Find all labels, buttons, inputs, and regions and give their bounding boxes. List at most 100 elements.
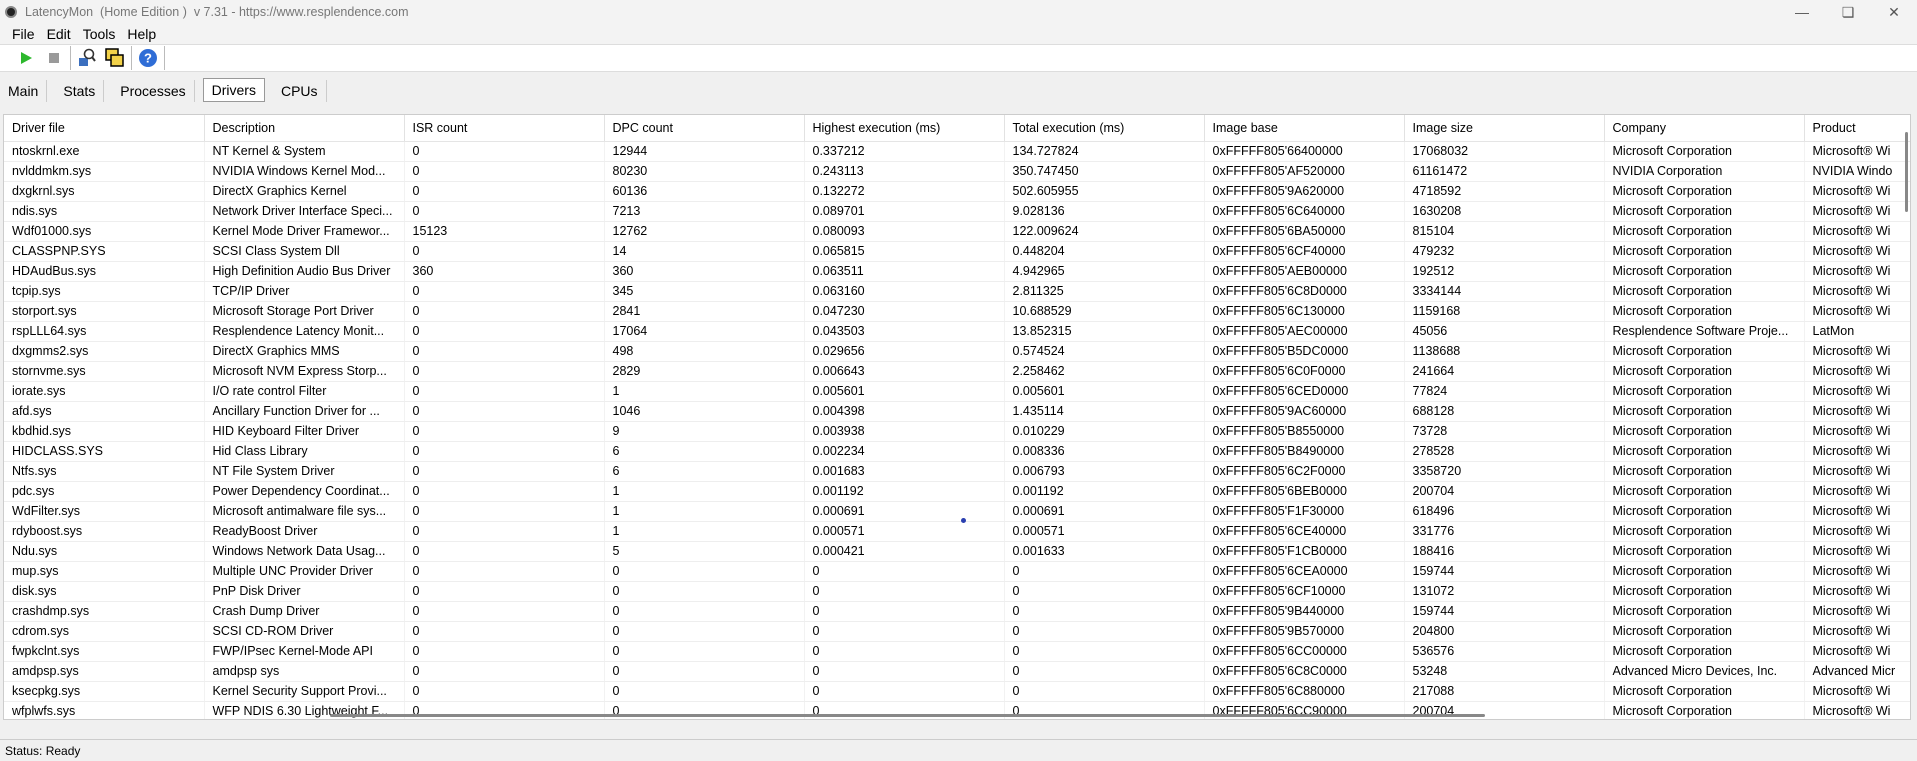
table-cell: 0.337212 bbox=[804, 141, 1005, 162]
column-header[interactable]: Driver file bbox=[4, 115, 205, 142]
vertical-scrollbar[interactable] bbox=[1905, 132, 1908, 212]
table-cell: 17064 bbox=[604, 321, 805, 342]
table-row[interactable]: wfplwfs.sys WFP NDIS 6.30 Lightweight F..… bbox=[4, 701, 1910, 719]
stop-icon[interactable] bbox=[40, 45, 68, 71]
table-row[interactable]: Ndu.sys Windows Network Data Usag... 0 5 0.0… bbox=[4, 541, 1910, 562]
minimize-button[interactable]: — bbox=[1779, 0, 1825, 24]
window-icon[interactable] bbox=[101, 45, 129, 71]
table-cell: Microsoft® Wi bbox=[1804, 241, 1910, 262]
menu-help[interactable]: Help bbox=[121, 26, 162, 42]
column-header[interactable]: Image size bbox=[1404, 115, 1605, 142]
play-icon[interactable] bbox=[12, 45, 40, 71]
table-row[interactable]: ndis.sys Network Driver Interface Speci..… bbox=[4, 201, 1910, 222]
table-cell: 122.009624 bbox=[1004, 221, 1205, 242]
table-row[interactable]: storport.sys Microsoft Storage Port Drive… bbox=[4, 301, 1910, 322]
table-row[interactable]: ksecpkg.sys Kernel Security Support Provi… bbox=[4, 681, 1910, 702]
column-header[interactable]: Company bbox=[1604, 115, 1805, 142]
table-cell: 0 bbox=[404, 381, 605, 402]
cursor-dot bbox=[961, 518, 966, 523]
column-header[interactable]: Highest execution (ms) bbox=[804, 115, 1005, 142]
table-cell: 350.747450 bbox=[1004, 161, 1205, 182]
table-cell: Microsoft® Wi bbox=[1804, 621, 1910, 642]
table-cell: 6 bbox=[604, 441, 805, 462]
column-header[interactable]: DPC count bbox=[604, 115, 805, 142]
table-row[interactable]: cdrom.sys SCSI CD-ROM Driver 0 0 0 0 0xFFFFF80… bbox=[4, 621, 1910, 642]
table-cell: Microsoft Corporation bbox=[1604, 341, 1805, 362]
table-cell: NT File System Driver bbox=[204, 461, 405, 482]
table-row[interactable]: dxgkrnl.sys DirectX Graphics Kernel 0 60136… bbox=[4, 181, 1910, 202]
table-row[interactable]: CLASSPNP.SYS SCSI Class System Dll 0 14 0.06… bbox=[4, 241, 1910, 262]
table-cell: 688128 bbox=[1404, 401, 1605, 422]
table-row[interactable]: afd.sys Ancillary Function Driver for ...… bbox=[4, 401, 1910, 422]
table-row[interactable]: dxgmms2.sys DirectX Graphics MMS 0 498 0.029… bbox=[4, 341, 1910, 362]
table-row[interactable]: HIDCLASS.SYS Hid Class Library 0 6 0.002234 0… bbox=[4, 441, 1910, 462]
table-cell: 15123 bbox=[404, 221, 605, 242]
table-cell: 0xFFFFF805'66400000 bbox=[1204, 141, 1405, 162]
tab-main[interactable]: Main bbox=[0, 80, 48, 102]
table-cell: Microsoft Corporation bbox=[1604, 301, 1805, 322]
column-header[interactable]: Description bbox=[204, 115, 405, 142]
table-row[interactable]: WdFilter.sys Microsoft antimalware file s… bbox=[4, 501, 1910, 522]
table-cell: 345 bbox=[604, 281, 805, 302]
column-header[interactable]: Image base bbox=[1204, 115, 1405, 142]
table-cell: 1 bbox=[604, 521, 805, 542]
table-cell: 10.688529 bbox=[1004, 301, 1205, 322]
menu-edit[interactable]: Edit bbox=[41, 26, 77, 42]
table-cell: 0 bbox=[404, 561, 605, 582]
table-row[interactable]: rdyboost.sys ReadyBoost Driver 0 1 0.000571 0… bbox=[4, 521, 1910, 542]
column-header[interactable]: Product bbox=[1804, 115, 1910, 142]
table-cell: Microsoft® Wi bbox=[1804, 461, 1910, 482]
tab-processes[interactable]: Processes bbox=[112, 80, 195, 102]
table-row[interactable]: tcpip.sys TCP/IP Driver 0 345 0.063160 2.8113… bbox=[4, 281, 1910, 302]
table-row[interactable]: pdc.sys Power Dependency Coordinat... 0 1 0.… bbox=[4, 481, 1910, 502]
table-row[interactable]: Wdf01000.sys Kernel Mode Driver Framewor.… bbox=[4, 221, 1910, 242]
table-row[interactable]: disk.sys PnP Disk Driver 0 0 0 0 0xFFFFF805'6C… bbox=[4, 581, 1910, 602]
table-cell: 0 bbox=[404, 201, 605, 222]
table-row[interactable]: rspLLL64.sys Resplendence Latency Monit..… bbox=[4, 321, 1910, 342]
table-row[interactable]: nvlddmkm.sys NVIDIA Windows Kernel Mod...… bbox=[4, 161, 1910, 182]
scan-icon[interactable] bbox=[73, 45, 101, 71]
table-cell: Hid Class Library bbox=[204, 441, 405, 462]
table-row[interactable]: ntoskrnl.exe NT Kernel & System 0 12944 0.33… bbox=[4, 141, 1910, 162]
table-row[interactable]: Ntfs.sys NT File System Driver 0 6 0.001683 0… bbox=[4, 461, 1910, 482]
toolbar-divider bbox=[70, 46, 71, 70]
table-cell: 0xFFFFF805'6CE40000 bbox=[1204, 521, 1405, 542]
table-cell: 0 bbox=[604, 581, 805, 602]
column-header[interactable]: Total execution (ms) bbox=[1004, 115, 1205, 142]
tab-stats[interactable]: Stats bbox=[55, 80, 105, 102]
table-row[interactable]: kbdhid.sys HID Keyboard Filter Driver 0 9 0.… bbox=[4, 421, 1910, 442]
table-row[interactable]: stornvme.sys Microsoft NVM Express Storp.… bbox=[4, 361, 1910, 382]
close-button[interactable]: ✕ bbox=[1871, 0, 1917, 24]
table-cell: 0.080093 bbox=[804, 221, 1005, 242]
table-cell: afd.sys bbox=[4, 401, 205, 422]
table-row[interactable]: HDAudBus.sys High Definition Audio Bus Dr… bbox=[4, 261, 1910, 282]
drivers-table-panel[interactable]: Driver file Description ISR count DPC count… bbox=[3, 114, 1911, 720]
table-cell: FWP/IPsec Kernel-Mode API bbox=[204, 641, 405, 662]
table-cell: 0xFFFFF805'6CED0000 bbox=[1204, 381, 1405, 402]
tab-strip: Main Stats Processes Drivers CPUs bbox=[0, 72, 1917, 105]
table-cell: 0xFFFFF805'AEC00000 bbox=[1204, 321, 1405, 342]
table-cell: Microsoft® Wi bbox=[1804, 141, 1910, 162]
table-row[interactable]: amdpsp.sys amdpsp sys 0 0 0 0 0xFFFFF805'6C8C0… bbox=[4, 661, 1910, 682]
table-row[interactable]: fwpkclnt.sys FWP/IPsec Kernel-Mode API 0 0 0… bbox=[4, 641, 1910, 662]
table-cell: ReadyBoost Driver bbox=[204, 521, 405, 542]
table-cell: 0 bbox=[404, 441, 605, 462]
table-row[interactable]: crashdmp.sys Crash Dump Driver 0 0 0 0 0xFFFFF… bbox=[4, 601, 1910, 622]
help-icon[interactable]: ? bbox=[134, 45, 162, 71]
column-header[interactable]: ISR count bbox=[404, 115, 605, 142]
table-row[interactable]: iorate.sys I/O rate control Filter 0 1 0.005… bbox=[4, 381, 1910, 402]
table-cell: 0.008336 bbox=[1004, 441, 1205, 462]
table-cell: 360 bbox=[604, 261, 805, 282]
table-cell: 0 bbox=[404, 521, 605, 542]
tab-drivers[interactable]: Drivers bbox=[202, 78, 265, 102]
table-cell: 0xFFFFF805'B5DC0000 bbox=[1204, 341, 1405, 362]
menu-file[interactable]: File bbox=[6, 26, 41, 42]
table-cell: Power Dependency Coordinat... bbox=[204, 481, 405, 502]
table-cell: 0 bbox=[1004, 621, 1205, 642]
horizontal-scrollbar[interactable] bbox=[330, 714, 1485, 717]
menu-tools[interactable]: Tools bbox=[77, 26, 122, 42]
table-row[interactable]: mup.sys Multiple UNC Provider Driver 0 0 0 0 0… bbox=[4, 561, 1910, 582]
table-cell: Microsoft Corporation bbox=[1604, 481, 1805, 502]
restore-button[interactable]: ❏ bbox=[1825, 0, 1871, 24]
tab-cpus[interactable]: CPUs bbox=[273, 80, 327, 102]
